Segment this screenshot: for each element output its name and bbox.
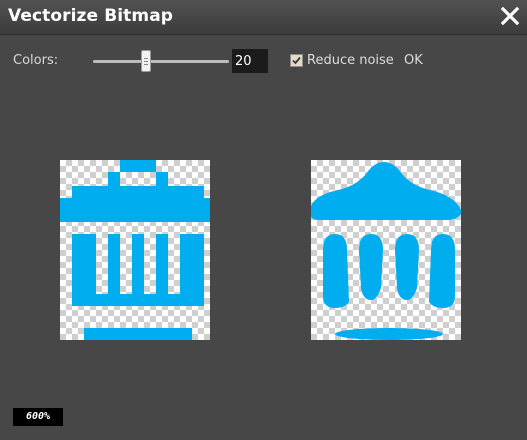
slider-thumb[interactable] xyxy=(141,50,152,72)
reduce-noise-label[interactable]: Reduce noise xyxy=(307,53,394,68)
title-bar: Vectorize Bitmap xyxy=(0,0,527,35)
vectorized-preview xyxy=(311,160,461,340)
reduce-noise-checkbox[interactable] xyxy=(290,54,303,67)
original-preview xyxy=(60,160,210,340)
colors-slider[interactable] xyxy=(93,50,229,72)
options-toolbar: Colors: Reduce noise OK xyxy=(0,44,527,78)
dialog-title: Vectorize Bitmap xyxy=(8,6,174,26)
checkmark-icon xyxy=(292,56,301,65)
slider-track xyxy=(93,60,229,63)
trash-can-pixel-icon xyxy=(60,160,210,340)
ok-button[interactable]: OK xyxy=(404,53,423,68)
close-button[interactable] xyxy=(499,5,521,27)
trash-can-vector-icon xyxy=(311,162,461,340)
close-icon xyxy=(500,6,520,26)
colors-label: Colors: xyxy=(13,53,59,68)
zoom-level-badge: 600% xyxy=(13,408,63,426)
colors-input[interactable] xyxy=(232,49,268,73)
